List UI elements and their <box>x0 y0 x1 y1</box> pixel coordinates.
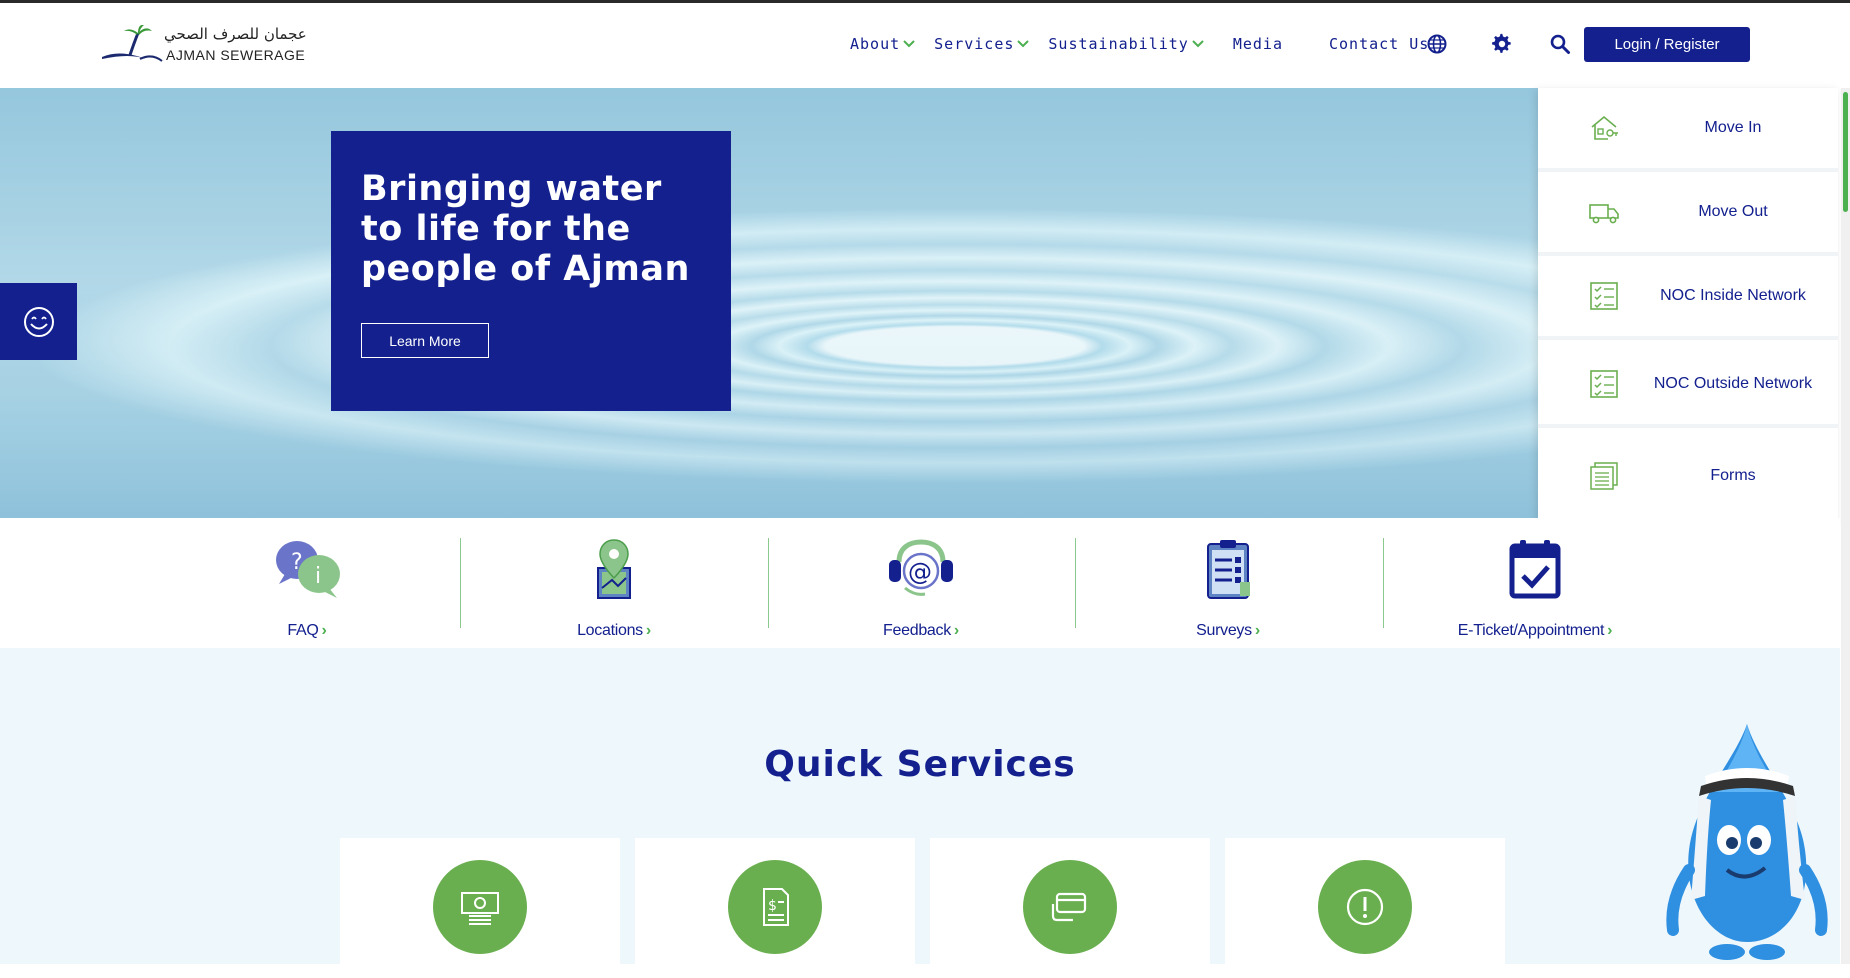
quick-actions-panel: Move In Move Out NOC Inside Network NOC … <box>1538 88 1838 523</box>
quick-link-label: E-Ticket/Appointment <box>1457 622 1605 639</box>
headset-at-icon: @ <box>889 539 953 596</box>
side-item-noc-outside-network[interactable]: NOC Outside Network <box>1538 344 1838 428</box>
chevron-down-icon <box>1017 40 1030 48</box>
chevron-right-icon: › <box>321 622 327 639</box>
svg-text:i: i <box>315 564 321 589</box>
card-payment-icon <box>1051 892 1087 922</box>
hero-card: Bringing water to life for the people of… <box>331 131 731 411</box>
side-item-forms[interactable]: Forms <box>1538 434 1838 518</box>
quick-link-divider <box>1075 538 1076 628</box>
chevron-right-icon: › <box>953 622 959 639</box>
side-item-label: Move In <box>1704 119 1762 136</box>
login-register-button[interactable]: Login / Register <box>1584 27 1750 62</box>
clipboard-icon <box>1207 540 1250 599</box>
side-item-label: Forms <box>1710 467 1756 484</box>
gear-icon[interactable] <box>1491 33 1513 55</box>
checklist-icon <box>1590 370 1618 398</box>
site-header: عجمان للصرف الصحي AJMAN SEWERAGE About S… <box>0 3 1850 88</box>
hero-banner: Bringing water to life for the people of… <box>0 88 1540 518</box>
faq-bubbles-icon: ? i <box>276 541 340 598</box>
scrollbar-thumb[interactable] <box>1843 92 1848 212</box>
nav-about[interactable]: About <box>850 35 916 53</box>
nav-media-label: Media <box>1232 35 1283 53</box>
alert-icon <box>1346 888 1384 926</box>
chevron-right-icon: › <box>1607 622 1613 639</box>
quick-link-surveys[interactable]: Surveys › <box>1075 538 1381 648</box>
smiley-icon <box>23 306 54 337</box>
documents-icon <box>1590 462 1618 490</box>
chevron-down-icon <box>903 40 915 48</box>
nav-services[interactable]: Services <box>934 35 1030 53</box>
quick-service-card[interactable] <box>340 838 620 978</box>
nav-contact-us-label: Contact Us <box>1329 35 1430 53</box>
happiness-feedback-tab[interactable] <box>0 283 77 360</box>
side-item-move-in[interactable]: Move In <box>1538 88 1838 172</box>
quick-link-divider <box>460 538 461 628</box>
chevron-right-icon: › <box>1254 622 1260 639</box>
nav-sustainability-label: Sustainability <box>1048 35 1189 53</box>
nav-services-label: Services <box>934 35 1015 53</box>
svg-text:$: $ <box>768 898 777 914</box>
quick-service-card[interactable] <box>1225 838 1505 978</box>
side-item-label: NOC Outside Network <box>1653 375 1813 392</box>
side-item-move-out[interactable]: Move Out <box>1538 172 1838 256</box>
globe-icon[interactable] <box>1426 33 1448 55</box>
main-nav: About Services Sustainability Media Cont… <box>850 35 1475 53</box>
quick-link-locations[interactable]: Locations › <box>461 538 767 648</box>
palm-logo-icon <box>102 25 163 62</box>
quick-link-feedback[interactable]: @ Feedback › <box>768 538 1074 648</box>
quick-link-label: FAQ <box>287 622 319 639</box>
nav-media[interactable]: Media <box>1233 35 1283 53</box>
water-drop-mascot-icon[interactable] <box>1655 720 1835 964</box>
quick-link-label: Feedback <box>883 622 951 639</box>
quick-service-card[interactable]: $ <box>635 838 915 978</box>
nav-sustainability[interactable]: Sustainability <box>1048 35 1204 53</box>
side-item-label: Move Out <box>1698 203 1768 220</box>
side-item-noc-inside-network[interactable]: NOC Inside Network <box>1538 256 1838 340</box>
learn-more-button[interactable]: Learn More <box>361 323 489 358</box>
svg-text:@: @ <box>908 558 932 586</box>
quick-service-card[interactable] <box>930 838 1210 978</box>
nav-contact-us[interactable]: Contact Us <box>1329 35 1429 53</box>
nav-about-label: About <box>850 35 901 53</box>
quick-link-e-ticket-appointment[interactable]: E-Ticket/Appointment › <box>1382 538 1688 648</box>
quick-link-label: Surveys <box>1196 622 1252 639</box>
invoice-icon: $ <box>763 888 789 926</box>
truck-icon <box>1589 204 1619 224</box>
house-key-icon <box>1591 115 1618 140</box>
hero-title: Bringing water to life for the people of… <box>361 169 690 289</box>
chevron-right-icon: › <box>645 622 651 639</box>
search-icon[interactable] <box>1549 33 1571 55</box>
quick-services-title: Quick Services <box>764 744 1076 785</box>
map-pin-icon <box>597 539 631 599</box>
money-icon <box>461 892 499 925</box>
quick-link-label: Locations <box>577 622 643 639</box>
quick-services-section: Quick Services $ <box>0 648 1840 978</box>
checklist-icon <box>1590 282 1618 310</box>
quick-link-divider <box>1383 538 1384 628</box>
quick-link-divider <box>768 538 769 628</box>
page-scrollbar[interactable] <box>1841 88 1850 964</box>
quick-links-row: ? i FAQ › Locations › @ Feedback › Surve… <box>0 518 1840 648</box>
site-logo[interactable]: عجمان للصرف الصحي AJMAN SEWERAGE <box>100 25 307 69</box>
quick-link-faq[interactable]: ? i FAQ › <box>154 538 460 648</box>
logo-arabic-text: عجمان للصرف الصحي <box>164 25 307 43</box>
calendar-check-icon <box>1509 540 1561 599</box>
side-item-label: NOC Inside Network <box>1660 287 1806 304</box>
chevron-down-icon <box>1192 40 1204 48</box>
logo-english-text: AJMAN SEWERAGE <box>166 47 306 63</box>
